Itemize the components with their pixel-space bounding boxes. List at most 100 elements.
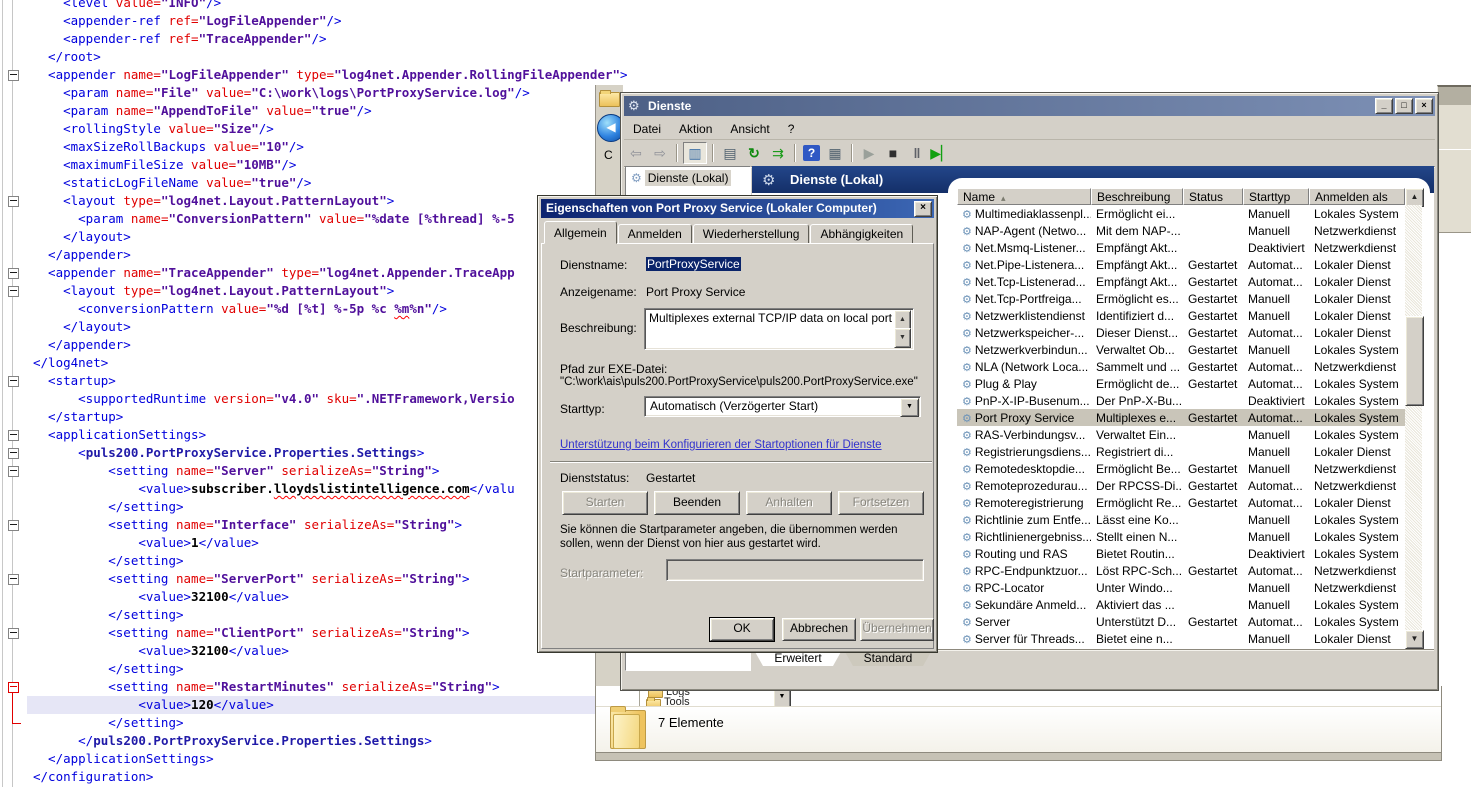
services-list-panel: Name▴BeschreibungStatusStarttypAnmelden … bbox=[948, 178, 1430, 650]
fold-toggle-icon[interactable] bbox=[8, 376, 19, 387]
service-cell: Gestartet bbox=[1183, 275, 1243, 289]
service-cell: Automat... bbox=[1243, 496, 1309, 510]
fold-toggle-icon[interactable] bbox=[8, 448, 19, 459]
service-row[interactable]: ⚙NLA (Network Loca...Sammelt und ...Gest… bbox=[957, 358, 1405, 375]
column-header-beschreibung[interactable]: Beschreibung bbox=[1091, 188, 1183, 205]
pause-service-icon[interactable]: ‖ bbox=[906, 143, 928, 163]
fold-toggle-icon[interactable] bbox=[8, 430, 19, 441]
properties-icon[interactable]: ▤ bbox=[719, 143, 741, 163]
column-header-starttyp[interactable]: Starttyp bbox=[1243, 188, 1309, 205]
service-row[interactable]: ⚙Remoteprozedurau...Der RPCSS-Di...Gesta… bbox=[957, 477, 1405, 494]
gear-icon: ⚙ bbox=[962, 226, 972, 238]
show-console-tree-icon[interactable]: ▥ bbox=[683, 142, 707, 164]
tab-abhängigkeiten[interactable]: Abhängigkeiten bbox=[810, 224, 913, 244]
dienstname-value[interactable]: PortProxyService bbox=[646, 257, 741, 271]
minimize-button[interactable]: _ bbox=[1375, 98, 1393, 114]
startparameter-input[interactable] bbox=[666, 559, 924, 581]
scrollbar-thumb[interactable] bbox=[1405, 316, 1424, 406]
service-row[interactable]: ⚙Netzwerkspeicher-...Dieser Dienst...Ges… bbox=[957, 324, 1405, 341]
gear-icon: ⚙ bbox=[962, 362, 972, 374]
banner-title: Dienste (Lokal) bbox=[790, 172, 883, 187]
menu-help[interactable]: ? bbox=[779, 122, 804, 136]
service-row[interactable]: ⚙NAP-Agent (Netwo...Mit dem NAP-...Manue… bbox=[957, 222, 1405, 239]
service-row[interactable]: ⚙RAS-Verbindungsv...Verwaltet Ein...Manu… bbox=[957, 426, 1405, 443]
maximize-button[interactable]: □ bbox=[1395, 98, 1413, 114]
service-row[interactable]: ⚙ServerUnterstützt D...GestartetAutomat.… bbox=[957, 613, 1405, 630]
vertical-scrollbar[interactable]: ▲ ▼ bbox=[1405, 188, 1422, 647]
service-row[interactable]: ⚙Sekundäre Anmeld...Aktiviert das ...Man… bbox=[957, 596, 1405, 613]
starttyp-combobox[interactable]: Automatisch (Verzögerter Start) ▼ bbox=[644, 396, 921, 417]
scrollbar-track[interactable] bbox=[1405, 205, 1422, 630]
service-row[interactable]: ⚙RemoteregistrierungErmöglicht Re...Gest… bbox=[957, 494, 1405, 511]
service-cell: Manuell bbox=[1243, 513, 1309, 527]
service-row[interactable]: ⚙Registrierungsdiens...Registriert di...… bbox=[957, 443, 1405, 460]
service-row[interactable]: ⚙Plug & PlayErmöglicht de...GestartetAut… bbox=[957, 375, 1405, 392]
ok-button[interactable]: OK bbox=[710, 618, 774, 641]
fold-toggle-icon[interactable] bbox=[8, 286, 19, 297]
service-row[interactable]: ⚙Remotedesktopdie...Ermöglicht Be...Gest… bbox=[957, 460, 1405, 477]
scroll-down-icon[interactable]: ▼ bbox=[1405, 630, 1424, 649]
tab-anmelden[interactable]: Anmelden bbox=[618, 224, 692, 244]
service-row[interactable]: ⚙Richtlinienergebniss...Stellt einen N..… bbox=[957, 528, 1405, 545]
service-row[interactable]: ⚙Port Proxy ServiceMultiplexes e...Gesta… bbox=[957, 409, 1405, 426]
dialog-titlebar[interactable]: Eigenschaften von Port Proxy Service (Lo… bbox=[541, 199, 934, 218]
service-row[interactable]: ⚙Routing und RASBietet Routin...Deaktivi… bbox=[957, 545, 1405, 562]
scroll-up-icon[interactable]: ▲ bbox=[894, 310, 911, 330]
service-row[interactable]: ⚙Richtlinie zum Entfe...Lässt eine Ko...… bbox=[957, 511, 1405, 528]
menu-datei[interactable]: Datei bbox=[624, 122, 670, 136]
back-icon[interactable]: ⇦ bbox=[625, 143, 647, 163]
abbrechen-button[interactable]: Abbrechen bbox=[782, 618, 856, 641]
close-icon[interactable]: × bbox=[914, 201, 932, 217]
stop-service-icon[interactable]: ■ bbox=[882, 143, 904, 163]
service-row[interactable]: ⚙Net.Msmq-Listener...Empfängt Akt...Deak… bbox=[957, 239, 1405, 256]
service-row[interactable]: ⚙NetzwerklistendienstIdentifiziert d...G… bbox=[957, 307, 1405, 324]
beschreibung-textbox[interactable]: Multiplexes external TCP/IP data on loca… bbox=[644, 308, 914, 350]
fold-toggle-icon[interactable] bbox=[8, 268, 19, 279]
tab-allgemein[interactable]: Allgemein bbox=[544, 221, 617, 244]
service-cell: Manuell bbox=[1243, 632, 1309, 646]
service-row[interactable]: ⚙Netzwerkverbindun...Verwaltet Ob...Gest… bbox=[957, 341, 1405, 358]
startoptions-help-link[interactable]: Unterstützung beim Konfigurieren der Sta… bbox=[560, 439, 882, 451]
service-row[interactable]: ⚙Net.Tcp-Listenerad...Empfängt Akt...Ges… bbox=[957, 273, 1405, 290]
close-button[interactable]: × bbox=[1415, 98, 1433, 114]
tab-wiederherstellung[interactable]: Wiederherstellung bbox=[693, 224, 810, 244]
service-row[interactable]: ⚙Net.Tcp-Portfreiga...Ermöglicht es...Ge… bbox=[957, 290, 1405, 307]
fold-toggle-icon[interactable] bbox=[8, 196, 19, 207]
extended-view-icon[interactable]: ▦ bbox=[824, 143, 846, 163]
beenden-button[interactable]: Beenden bbox=[654, 491, 740, 515]
fold-toggle-icon[interactable] bbox=[8, 520, 19, 531]
restart-service-icon[interactable]: ▶▏ bbox=[930, 143, 952, 163]
forward-icon[interactable]: ⇨ bbox=[649, 143, 671, 163]
column-header-anmelden-als[interactable]: Anmelden als bbox=[1309, 188, 1405, 205]
refresh-icon[interactable]: ↻ bbox=[743, 143, 765, 163]
help-icon[interactable]: ? bbox=[803, 145, 820, 161]
menu-aktion[interactable]: Aktion bbox=[670, 122, 721, 136]
fold-toggle-icon[interactable] bbox=[8, 70, 19, 81]
service-row[interactable]: ⚙RPC-Endpunktzuor...Löst RPC-Sch...Gesta… bbox=[957, 562, 1405, 579]
service-row[interactable]: ⚙Server für Threads...Bietet eine n...Ma… bbox=[957, 630, 1405, 647]
fold-toggle-icon[interactable] bbox=[8, 682, 19, 693]
anhalten-button: Anhalten bbox=[746, 491, 832, 515]
code-line: <conversionPattern value="%d [%t] %-5p %… bbox=[33, 300, 447, 318]
scroll-down-icon[interactable]: ▼ bbox=[894, 328, 911, 348]
tree-item-dienste-lokal[interactable]: ⚙ Dienste (Lokal) bbox=[628, 170, 748, 186]
code-line: <appender name="TraceAppender" type="log… bbox=[33, 264, 515, 282]
fold-toggle-icon[interactable] bbox=[8, 466, 19, 477]
fold-toggle-icon[interactable] bbox=[8, 574, 19, 585]
explorer-item[interactable]: Tools bbox=[664, 696, 690, 706]
bernehmen-button[interactable]: Übernehmen bbox=[860, 618, 934, 641]
service-cell: Netzwerkdienst bbox=[1309, 564, 1405, 578]
column-header-name[interactable]: Name▴ bbox=[957, 188, 1091, 205]
export-list-icon[interactable]: ⇉ bbox=[767, 143, 789, 163]
gear-icon: ⚙ bbox=[962, 498, 972, 510]
services-titlebar[interactable]: ⚙ Dienste _□× bbox=[624, 96, 1435, 116]
chevron-down-icon[interactable]: ▼ bbox=[900, 398, 919, 417]
column-header-status[interactable]: Status bbox=[1183, 188, 1243, 205]
service-row[interactable]: ⚙PnP-X-IP-Busenum...Der PnP-X-Bu...Deakt… bbox=[957, 392, 1405, 409]
service-row[interactable]: ⚙RPC-LocatorUnter Windo...ManuellNetzwer… bbox=[957, 579, 1405, 596]
fold-toggle-icon[interactable] bbox=[8, 628, 19, 639]
service-row[interactable]: ⚙Multimediaklassenpl...Ermöglicht ei...M… bbox=[957, 205, 1405, 222]
service-row[interactable]: ⚙Net.Pipe-Listenera...Empfängt Akt...Ges… bbox=[957, 256, 1405, 273]
menu-ansicht[interactable]: Ansicht bbox=[721, 122, 778, 136]
start-service-icon[interactable]: ▶ bbox=[858, 143, 880, 163]
